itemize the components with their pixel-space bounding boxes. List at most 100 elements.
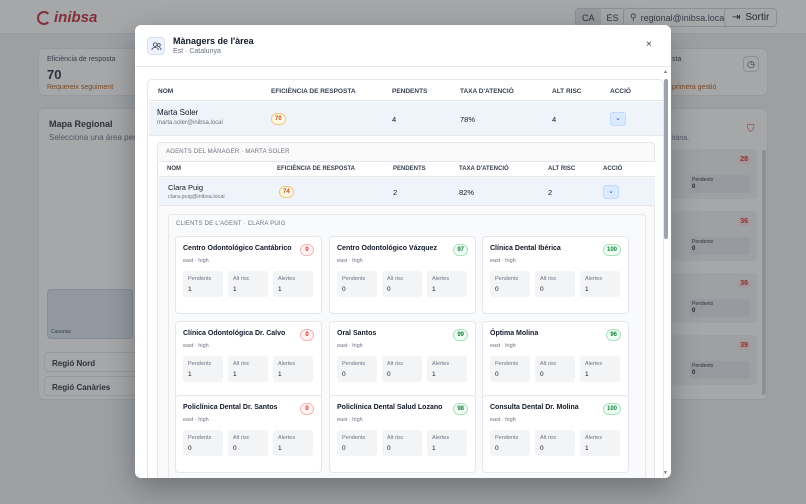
stat-value: 0 xyxy=(495,371,499,378)
stat-label: Alertes xyxy=(585,276,603,282)
stat-pending: Pendents 0 xyxy=(337,271,377,297)
score-badge: 99 xyxy=(453,329,468,341)
client-name: Óptima Molina xyxy=(490,330,539,337)
manager-name: Marta Soler xyxy=(157,108,199,117)
col-attention-rate: TAXA D'ATENCIÓ xyxy=(459,166,509,172)
modal-title: Mànagers de l'àrea xyxy=(173,36,254,46)
modal-header: Mànagers de l'àrea Est · Catalunya × xyxy=(135,25,671,67)
stat-value: 1 xyxy=(585,445,589,452)
stat-label: Pendents xyxy=(342,276,366,282)
col-high-risk: ALT RISC xyxy=(552,88,582,95)
efficiency-badge: 74 xyxy=(279,186,294,198)
score-badge: 0 xyxy=(300,403,314,415)
scroll-up-icon[interactable]: ▲ xyxy=(663,69,668,75)
stat-value: 1 xyxy=(585,286,589,293)
stat-label: Alt risc xyxy=(233,361,250,367)
client-card[interactable]: Clínica Odontológica Dr. Calvo east · hig… xyxy=(175,321,322,399)
agent-name: Clara Puig xyxy=(168,183,204,192)
client-region: east · high xyxy=(337,417,363,423)
stat-label: Alertes xyxy=(278,361,296,367)
client-card[interactable]: Oral Santos east · high 99 Pendents 0 Alt ris… xyxy=(329,321,476,399)
table-row[interactable]: Marta Soler marta.soler@inibsa.local 70 … xyxy=(149,102,663,136)
score-badge: 98 xyxy=(453,403,468,415)
client-card[interactable]: Centro Odontológico Cantábrico east · hig… xyxy=(175,236,322,314)
stat-value: 0 xyxy=(387,286,391,293)
client-name: Policlínica Dental Dr. Santos xyxy=(183,404,278,411)
stat-pending: Pendents 1 xyxy=(183,271,223,297)
chevron-down-icon[interactable]: ⌄ xyxy=(603,185,619,199)
client-region: east · high xyxy=(490,258,516,264)
close-icon[interactable]: × xyxy=(646,39,652,50)
stat-label: Pendents xyxy=(188,435,212,441)
modal-subtitle: Est · Catalunya xyxy=(173,48,221,55)
agents-table-header: NOM EFICIÈNCIA DE RESPOSTA PENDENTS TAXA… xyxy=(159,161,655,177)
client-region: east · high xyxy=(183,258,209,264)
stat-label: Alt risc xyxy=(387,276,404,282)
attention-rate-value: 82% xyxy=(459,188,475,197)
client-region: east · high xyxy=(490,417,516,423)
manager-email: marta.soler@inibsa.local xyxy=(157,120,223,126)
managers-table: NOM EFICIÈNCIA DE RESPOSTA PENDENTS TAXA… xyxy=(147,79,664,478)
stat-label: Alertes xyxy=(585,435,603,441)
stat-value: 1 xyxy=(278,445,282,452)
stat-alerts: Alertes 1 xyxy=(580,430,620,456)
stat-label: Pendents xyxy=(342,435,366,441)
clients-caption: CLIENTS DE L'AGENT · CLARA PUIG xyxy=(176,221,286,227)
score-badge: 0 xyxy=(300,244,314,256)
table-row[interactable]: Clara Puig clara.puig@inibsa.local 74 2 … xyxy=(159,178,655,206)
stat-label: Alertes xyxy=(432,435,450,441)
pending-value: 4 xyxy=(392,115,397,124)
stat-alerts: Alertes 1 xyxy=(580,356,620,382)
col-attention-rate: TAXA D'ATENCIÓ xyxy=(460,88,514,95)
stat-value: 0 xyxy=(387,371,391,378)
efficiency-badge: 70 xyxy=(271,113,286,125)
stat-label: Alt risc xyxy=(540,276,557,282)
agents-caption: AGENTS DEL MÀNAGER · MARTA SOLER xyxy=(166,149,290,155)
stat-value: 1 xyxy=(233,371,237,378)
client-region: east · high xyxy=(337,258,363,264)
agent-clients-panel: CLIENTS DE L'AGENT · CLARA PUIG Centro O… xyxy=(168,214,646,478)
col-action: ACCIÓ xyxy=(603,166,623,172)
score-badge: 97 xyxy=(453,244,468,256)
stat-label: Pendents xyxy=(495,276,519,282)
client-card[interactable]: Centro Odontológico Vázquez east · high 97… xyxy=(329,236,476,314)
stat-high-risk: Alt risc 0 xyxy=(382,356,422,382)
stat-label: Alt risc xyxy=(540,361,557,367)
chevron-down-icon[interactable]: ⌄ xyxy=(610,112,626,126)
client-card[interactable]: Policlínica Dental Dr. Santos east · high… xyxy=(175,395,322,473)
col-high-risk: ALT RISC xyxy=(548,166,576,172)
client-card[interactable]: Clínica Dental Ibérica east · high 100 Pend… xyxy=(482,236,629,314)
stat-value: 0 xyxy=(342,286,346,293)
stat-label: Alertes xyxy=(432,276,450,282)
stat-pending: Pendents 0 xyxy=(183,430,223,456)
stat-label: Alertes xyxy=(585,361,603,367)
client-card[interactable]: Policlínica Dental Salud Lozano east · hi… xyxy=(329,395,476,473)
client-card[interactable]: Óptima Molina east · high 96 Pendents 0 Alt r… xyxy=(482,321,629,399)
stat-alerts: Alertes 1 xyxy=(580,271,620,297)
stat-pending: Pendents 0 xyxy=(337,430,377,456)
stat-alerts: Alertes 1 xyxy=(427,430,467,456)
stat-high-risk: Alt risc 0 xyxy=(535,271,575,297)
stat-high-risk: Alt risc 0 xyxy=(535,356,575,382)
client-card[interactable]: Consulta Dental Dr. Molina east · high 100… xyxy=(482,395,629,473)
stat-high-risk: Alt risc 0 xyxy=(535,430,575,456)
stat-label: Alt risc xyxy=(387,435,404,441)
stat-value: 1 xyxy=(432,445,436,452)
stat-high-risk: Alt risc 1 xyxy=(228,271,268,297)
stat-value: 0 xyxy=(233,445,237,452)
attention-rate-value: 78% xyxy=(460,115,476,124)
client-name: Oral Santos xyxy=(337,330,377,337)
stat-alerts: Alertes 1 xyxy=(273,356,313,382)
stat-value: 0 xyxy=(342,445,346,452)
stat-label: Pendents xyxy=(188,276,212,282)
stat-value: 0 xyxy=(540,371,544,378)
client-region: east · high xyxy=(183,417,209,423)
stat-high-risk: Alt risc 1 xyxy=(228,356,268,382)
stat-label: Pendents xyxy=(495,435,519,441)
stat-value: 1 xyxy=(233,286,237,293)
client-name: Consulta Dental Dr. Molina xyxy=(490,404,579,411)
client-region: east · high xyxy=(337,343,363,349)
score-badge: 100 xyxy=(602,244,621,256)
stat-high-risk: Alt risc 0 xyxy=(382,271,422,297)
stat-label: Alt risc xyxy=(233,276,250,282)
